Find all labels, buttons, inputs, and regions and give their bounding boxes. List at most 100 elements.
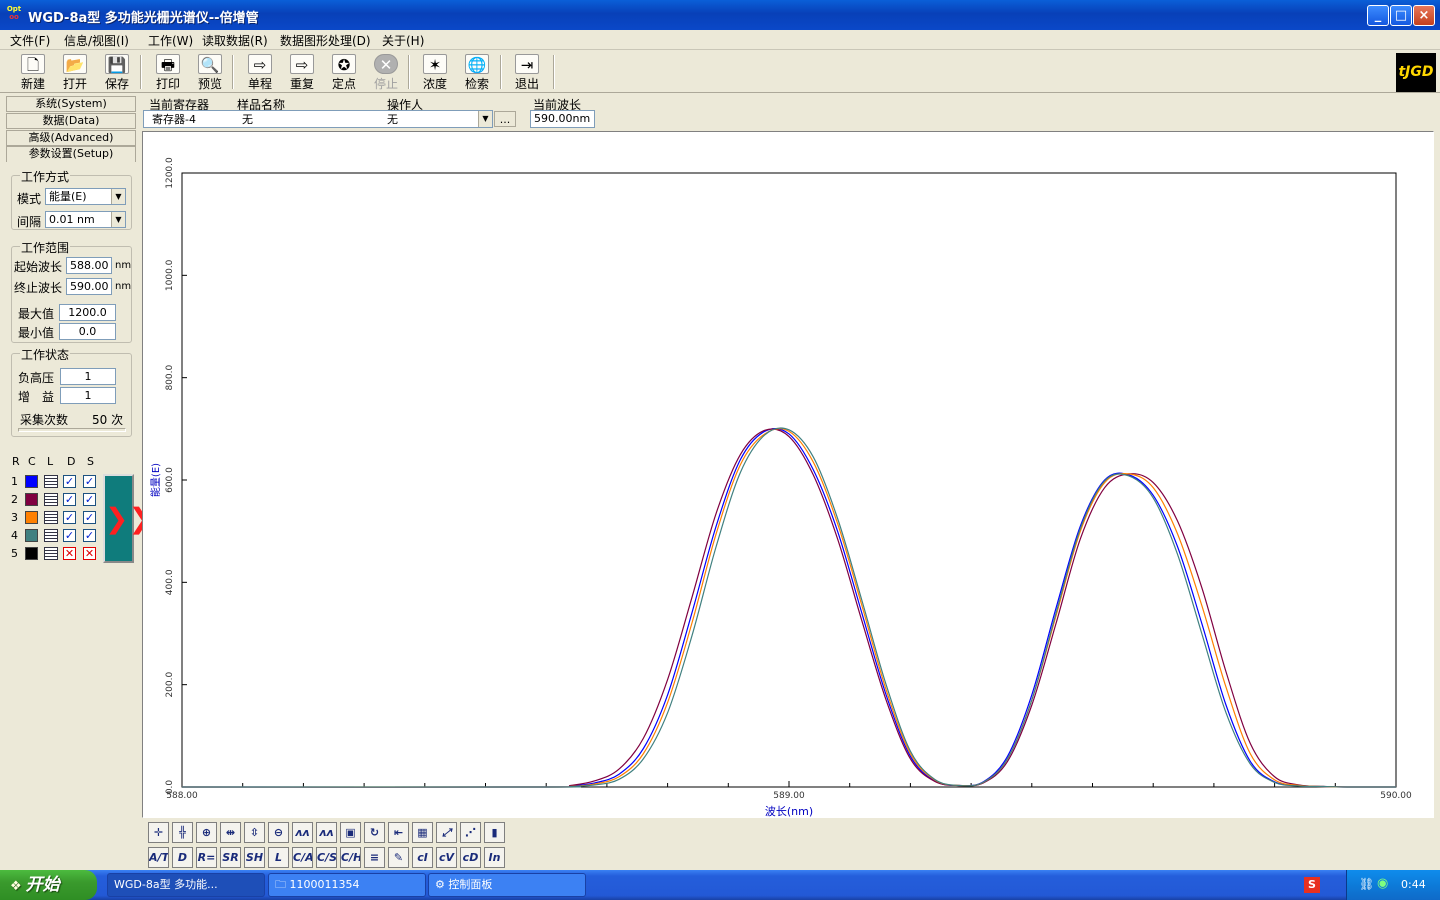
tool-button-3[interactable]: SR: [220, 847, 241, 868]
start-button[interactable]: ❖ 开始: [0, 870, 97, 900]
tool-button-12[interactable]: cV: [436, 847, 457, 868]
menu-file[interactable]: 文件(F): [10, 32, 50, 49]
tool-button-11[interactable]: cI: [412, 847, 433, 868]
tool-button-13[interactable]: cD: [460, 847, 481, 868]
menu-info-view[interactable]: 信息/视图(I): [64, 32, 129, 49]
y-tick-label: 1000.0: [165, 259, 175, 291]
line-style-icon[interactable]: [44, 547, 58, 560]
task-item-folder[interactable]: 🗀 1100011354: [268, 873, 426, 897]
nav-tab-system[interactable]: 系统(System): [6, 96, 136, 112]
toolbar-button-11[interactable]: ⇥ 退出: [507, 53, 547, 91]
curve-save-checkbox[interactable]: ✓: [83, 529, 96, 542]
tool-button-2[interactable]: R=: [196, 847, 217, 868]
line-style-icon[interactable]: [44, 493, 58, 506]
app-icon[interactable]: Opt oo: [5, 5, 23, 23]
crosshair-icon[interactable]: ✛: [148, 822, 169, 843]
axis-scatter-icon[interactable]: ⋰: [460, 822, 481, 843]
zoom-out-icon[interactable]: ⊖: [268, 822, 289, 843]
curve-color-swatch[interactable]: [25, 529, 38, 542]
tool-button-5[interactable]: L: [268, 847, 289, 868]
h-expand-icon[interactable]: ⇹: [220, 822, 241, 843]
toolbar-button-1[interactable]: 📂 打开: [55, 53, 95, 91]
menu-read-data[interactable]: 读取数据(R): [202, 32, 268, 49]
curve-save-checkbox[interactable]: ✓: [83, 493, 96, 506]
gain-input[interactable]: 1: [60, 387, 116, 404]
toolbar-button-8[interactable]: ✕ 停止: [366, 53, 406, 91]
zoom-in-icon[interactable]: ⊕: [196, 822, 217, 843]
nav-tab-data[interactable]: 数据(Data): [6, 113, 136, 129]
curve-color-swatch[interactable]: [25, 475, 38, 488]
security-icon[interactable]: ◉: [1377, 876, 1388, 891]
curve-display-checkbox[interactable]: ✓: [63, 529, 76, 542]
tool-button-6[interactable]: C/A: [292, 847, 313, 868]
interval-select[interactable]: 0.01 nm ▼: [45, 211, 126, 228]
spectrum-view-icon[interactable]: ▣: [340, 822, 361, 843]
curve-save-checkbox[interactable]: ✕: [83, 547, 96, 560]
toolbar-button-9[interactable]: ✶ 浓度: [415, 53, 455, 91]
min-value-input[interactable]: 0.0: [59, 323, 116, 340]
curve-color-swatch[interactable]: [25, 493, 38, 506]
minimize-button[interactable]: _: [1367, 5, 1389, 26]
split-cursor-icon[interactable]: ╬: [172, 822, 193, 843]
start-wavelength-input[interactable]: 588.00: [66, 257, 112, 274]
toolbar-button-5[interactable]: ⇨ 单程: [240, 53, 280, 91]
line-style-icon[interactable]: [44, 475, 58, 488]
bar-meter-icon[interactable]: ▮: [484, 822, 505, 843]
mode-select[interactable]: 能量(E) ▼: [45, 188, 126, 205]
axis-scale-icon[interactable]: ⤢: [436, 822, 457, 843]
curve-color-swatch[interactable]: [25, 511, 38, 524]
nav-tab-setup[interactable]: 参数设置(Setup): [6, 146, 136, 162]
menu-about[interactable]: 关于(H): [382, 32, 424, 49]
curve-save-checkbox[interactable]: ✓: [83, 475, 96, 488]
toolbar-button-0[interactable]: 🗋 新建: [13, 53, 53, 91]
samples-slider[interactable]: [18, 428, 126, 432]
fit-width-icon[interactable]: ⇤: [388, 822, 409, 843]
peak-mark-icon[interactable]: ʌʌ: [316, 822, 337, 843]
network-icon[interactable]: ⛓: [1359, 877, 1374, 891]
tool-button-14[interactable]: In: [484, 847, 505, 868]
toolbar-button-10[interactable]: 🌐 检索: [457, 53, 497, 91]
close-button[interactable]: ×: [1413, 5, 1435, 26]
samples-count: 50: [92, 413, 108, 427]
refresh-icon[interactable]: ↻: [364, 822, 385, 843]
line-style-icon[interactable]: [44, 511, 58, 524]
toolbar-button-7[interactable]: ✪ 定点: [324, 53, 364, 91]
menu-data-graph[interactable]: 数据图形处理(D): [280, 32, 371, 49]
register-select[interactable]: 寄存器-4 无 无 ▼: [143, 110, 493, 128]
toolbar-button-2[interactable]: 💾 保存: [97, 53, 137, 91]
tool-button-9[interactable]: ≡: [364, 847, 385, 868]
spectrum-chart[interactable]: 0.0 200.0 400.0 600.0 800.0 1000.0 1200.0 588.0…: [142, 131, 1434, 818]
curve-color-swatch[interactable]: [25, 547, 38, 560]
curve-display-checkbox[interactable]: ✓: [63, 511, 76, 524]
line-style-icon[interactable]: [44, 529, 58, 542]
task-item-app[interactable]: WGD-8a型 多功能...: [107, 873, 265, 897]
toolbar-button-3[interactable]: 🖶 打印: [148, 53, 188, 91]
tool-button-8[interactable]: C/H: [340, 847, 361, 868]
v-expand-icon[interactable]: ⇳: [244, 822, 265, 843]
curve-save-checkbox[interactable]: ✓: [83, 511, 96, 524]
toolbar-button-6[interactable]: ⇨ 重复: [282, 53, 322, 91]
curve-display-checkbox[interactable]: ✓: [63, 493, 76, 506]
curve-display-checkbox[interactable]: ✕: [63, 547, 76, 560]
expand-arrow-button[interactable]: ❯❯: [103, 474, 152, 563]
tool-button-10[interactable]: ✎: [388, 847, 409, 868]
maximize-button[interactable]: □: [1390, 5, 1412, 26]
high-voltage-input[interactable]: 1: [60, 368, 116, 385]
series-line-2: [181, 428, 1396, 788]
tool-button-0[interactable]: A/T: [148, 847, 169, 868]
tool-button-1[interactable]: D: [172, 847, 193, 868]
task-item-control-panel[interactable]: ⚙ 控制面板: [428, 873, 586, 897]
peaks-icon[interactable]: ʌʌ: [292, 822, 313, 843]
toolbar-button-label: 停止: [373, 77, 398, 91]
max-value-input[interactable]: 1200.0: [59, 304, 116, 321]
browse-button[interactable]: ...: [494, 111, 516, 127]
toolbar-button-4[interactable]: 🔍 预览: [190, 53, 230, 91]
end-wavelength-input[interactable]: 590.00: [66, 278, 112, 295]
curve-display-checkbox[interactable]: ✓: [63, 475, 76, 488]
ime-icon[interactable]: S: [1304, 877, 1320, 893]
tool-button-7[interactable]: C/S: [316, 847, 337, 868]
nav-tab-advanced[interactable]: 高级(Advanced): [6, 130, 136, 146]
grid-icon[interactable]: ▦: [412, 822, 433, 843]
menu-work[interactable]: 工作(W): [148, 32, 193, 49]
tool-button-4[interactable]: SH: [244, 847, 265, 868]
